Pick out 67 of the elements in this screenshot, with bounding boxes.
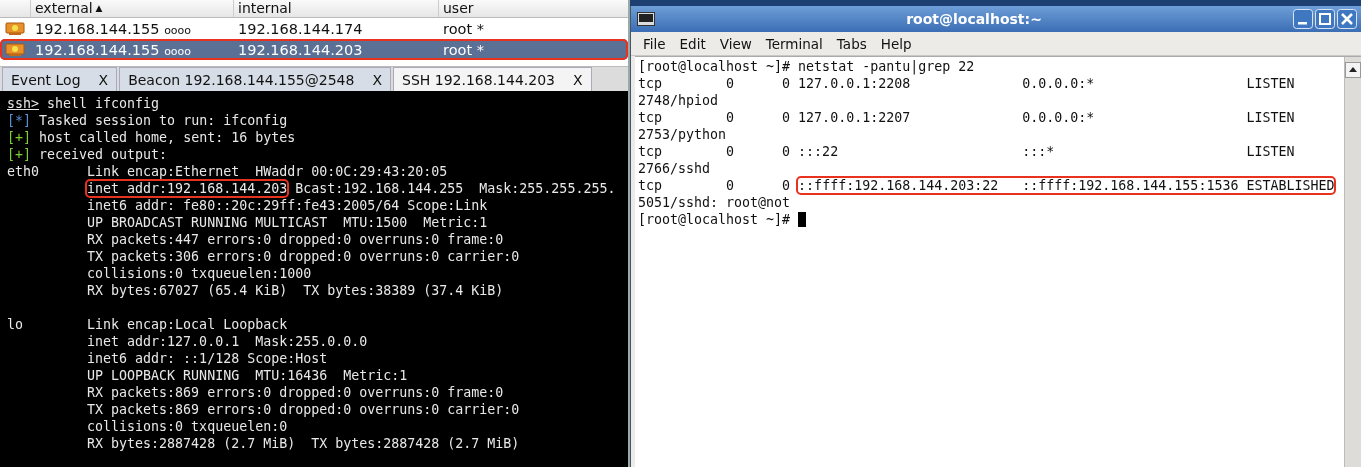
terminal-line: 2766/sshd xyxy=(638,161,711,176)
terminal-line: tcp 0 0 xyxy=(638,178,792,193)
scroll-up-icon[interactable] xyxy=(1345,62,1361,78)
console-line: Tasked session to run: ifconfig xyxy=(38,113,288,128)
terminal-icon xyxy=(637,12,655,26)
highlighted-text: ::ffff:192.168.144.203:22 ::ffff:192.168.144.155:1536 ESTABLISHED xyxy=(798,178,1335,193)
console-line: TX packets:869 errors:0 dropped:0 overruns:0 carrier:0 xyxy=(87,402,520,417)
table-cell-text: root * xyxy=(442,20,485,37)
console-line: collisions:0 txqueuelen:0 xyxy=(87,419,288,434)
terminal-line: 5051/sshd: root@not xyxy=(638,195,791,210)
console-line: RX bytes:67027 (65.4 KiB) TX bytes:38389 (37.4 KiB) xyxy=(87,283,504,298)
table-cell-text: root * xyxy=(442,41,485,58)
console-line: TX packets:306 errors:0 dropped:0 overruns:0 carrier:0 xyxy=(87,249,520,264)
console-line: inet6 addr: fe80::20c:29ff:fe43:2005/64 Scope:Link xyxy=(87,198,488,213)
tab[interactable]: SSH 192.168.144.203 X xyxy=(393,67,592,91)
close-icon[interactable] xyxy=(1337,9,1357,29)
minimize-icon[interactable] xyxy=(1293,9,1313,29)
console-line: RX bytes:2887428 (2.7 MiB) TX bytes:2887428 (2.7 MiB) xyxy=(87,436,520,451)
column-header[interactable]: user xyxy=(438,0,628,17)
status-marker: [+] xyxy=(7,147,32,162)
terminal-line: 2753/python xyxy=(638,127,727,142)
console-line: Link encap:Local Loopback xyxy=(87,317,288,332)
console-prompt: ssh> xyxy=(7,96,40,111)
terminal-line: 2748/hpiod xyxy=(638,93,719,108)
column-header[interactable]: internal xyxy=(233,0,438,17)
console-command: shell ifconfig xyxy=(46,96,160,111)
terminal-line: [root@localhost ~]# xyxy=(638,212,792,227)
console-line: RX packets:869 errors:0 dropped:0 overruns:0 frame:0 xyxy=(87,385,504,400)
console-line: RX packets:447 errors:0 dropped:0 overruns:0 frame:0 xyxy=(87,232,504,247)
console-line: host called home, sent: 16 bytes xyxy=(38,130,296,145)
table-cell-text: 192.168.144.203 xyxy=(237,41,364,58)
maximize-icon[interactable] xyxy=(1315,9,1335,29)
menu-item[interactable]: Tabs xyxy=(836,35,867,52)
tab[interactable]: Event Log X xyxy=(2,67,118,91)
menu-item[interactable]: View xyxy=(719,35,752,52)
menu-item[interactable]: Help xyxy=(880,35,912,52)
console-line: received output: xyxy=(38,147,168,162)
terminal-line: [root@localhost ~]# netstat -pantu|grep 22 xyxy=(638,59,975,74)
tab[interactable]: Beacon 192.168.144.155@2548 X xyxy=(119,67,391,91)
console-line: Bcast:192.168.144.255 Mask:255.255.255. xyxy=(294,181,616,196)
scrollbar[interactable] xyxy=(1344,57,1361,467)
status-marker: [*] xyxy=(7,113,32,128)
computer-icon xyxy=(5,21,25,36)
console-line: inet addr:127.0.0.1 Mask:255.0.0.0 xyxy=(87,334,368,349)
console-line: Link encap:Ethernet HWaddr 00:0C:29:43:20:05 xyxy=(87,164,448,179)
console-line: inet6 addr: ::1/128 Scope:Host xyxy=(87,351,328,366)
computer-icon xyxy=(5,42,25,57)
window-title: root@localhost:~ xyxy=(905,11,1043,27)
highlighted-text: inet addr:192.168.144.203 xyxy=(87,181,288,196)
table-cell-text: 192.168.144.155 oooo xyxy=(34,20,193,37)
console-line: UP LOOPBACK RUNNING MTU:16436 Metric:1 xyxy=(87,368,408,383)
column-header[interactable]: external $^{▲}$ xyxy=(30,0,233,17)
console-line: UP BROADCAST RUNNING MULTICAST MTU:1500 Metric:1 xyxy=(87,215,488,230)
session-row[interactable]: 192.168.144.155 oooo 192.168.144.203 root * xyxy=(0,39,628,60)
terminal-line: tcp 0 0 :::22 :::* LISTEN xyxy=(638,144,1295,159)
terminal-line: tcp 0 0 127.0.0.1:2208 0.0.0.0:* LISTEN xyxy=(638,76,1295,91)
menu-item[interactable]: Terminal xyxy=(765,35,823,52)
interface-name: lo xyxy=(7,317,23,332)
table-cell-text: 192.168.144.174 xyxy=(237,20,364,37)
session-row[interactable]: 192.168.144.155 oooo 192.168.144.174 root * xyxy=(0,18,628,39)
table-cell-text: 192.168.144.155 oooo xyxy=(34,41,193,58)
menu-item[interactable]: Edit xyxy=(679,35,706,52)
menu-item[interactable]: File xyxy=(643,35,666,52)
interface-name: eth0 xyxy=(7,164,40,179)
console-line: collisions:0 txqueuelen:1000 xyxy=(87,266,312,281)
terminal-line: tcp 0 0 127.0.0.1:2207 0.0.0.0:* LISTEN xyxy=(638,110,1295,125)
status-marker: [+] xyxy=(7,130,32,145)
